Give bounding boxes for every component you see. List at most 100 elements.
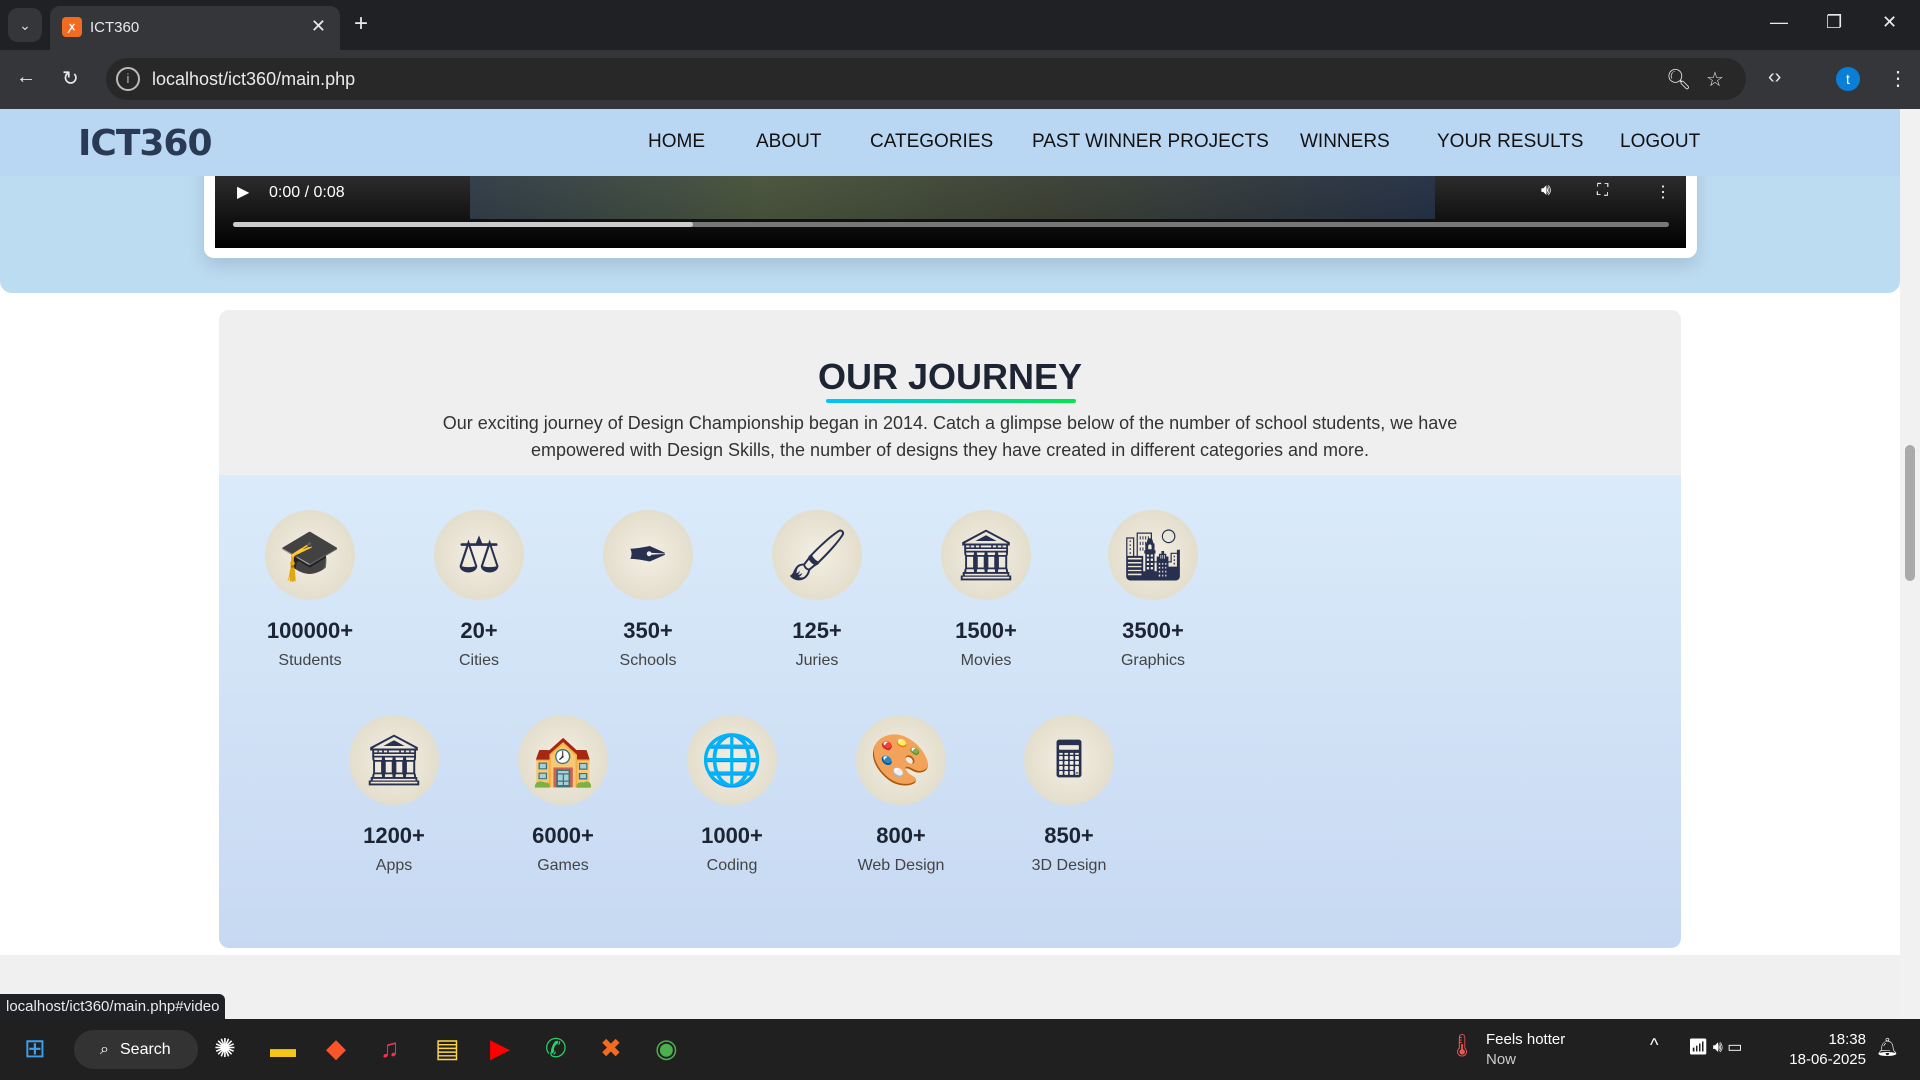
windows-start-icon[interactable]: ⊞ (24, 1033, 46, 1064)
scrollbar-thumb[interactable] (1905, 445, 1915, 581)
menu-kebab-icon[interactable]: ⋮ (1888, 66, 1908, 91)
play-icon[interactable]: ▶ (237, 182, 249, 202)
stat-label: Games (537, 857, 589, 874)
tab-search-button[interactable]: ⌄ (8, 8, 42, 42)
notes-icon[interactable]: ▤ (435, 1033, 460, 1064)
stat-label: Juries (795, 652, 839, 669)
music-icon[interactable]: ♫ (380, 1033, 400, 1064)
reload-button[interactable]: ↻ (62, 66, 79, 91)
xampp-icon: ꭗ (62, 17, 82, 37)
stat-games: 🏫 6000+ Games (483, 715, 643, 875)
restore-button[interactable]: ❐ (1826, 12, 1842, 33)
tab-title: ICT360 (90, 19, 140, 36)
nav-winners[interactable]: WINNERS (1300, 131, 1390, 153)
url-text[interactable]: localhost/ict360/main.php (152, 69, 355, 90)
stat-value: 6000+ (532, 823, 594, 848)
close-tab-icon[interactable]: ✕ (311, 16, 326, 37)
journey-title: OUR JOURNEY (817, 356, 1083, 397)
address-toolbar: ← ↻ i localhost/ict360/main.php 🔍︎ ☆ ‹› … (0, 50, 1920, 109)
nav-home[interactable]: HOME (648, 131, 705, 153)
stat-value: 850+ (1044, 823, 1094, 848)
paintbrush-icon: 🖌 (772, 510, 862, 600)
stat-movies: 🏛 1500+ Movies (906, 510, 1066, 670)
graduation-cap-icon: 🎓 (265, 510, 355, 600)
clock-time[interactable]: 18:38 (1788, 1031, 1866, 1048)
xampp-taskbar-icon[interactable]: ✖ (600, 1033, 622, 1064)
stat-label: 3D Design (1031, 857, 1107, 874)
building-icon: 🏛 (941, 510, 1031, 600)
stat-value: 350+ (623, 618, 673, 643)
stat-3d-design: 🖩 850+ 3D Design (989, 715, 1149, 875)
capitol-icon: 🏛 (349, 715, 439, 805)
stat-web-design: 🎨 800+ Web Design (821, 715, 981, 875)
journey-description: Our exciting journey of Design Champions… (442, 413, 1458, 460)
tab-strip: ⌄ ꭗ ICT360 ✕ + — ❐ ✕ (0, 0, 1920, 50)
stat-label: Graphics (1120, 652, 1186, 669)
weather-sub: Now (1486, 1051, 1517, 1068)
clock-date[interactable]: 18-06-2025 (1780, 1051, 1866, 1068)
globe-icon: 🌐 (687, 715, 777, 805)
video-options-icon[interactable]: ⋮ (1655, 182, 1671, 202)
nav-your-results[interactable]: YOUR RESULTS (1437, 131, 1583, 153)
wifi-volume-battery-icons[interactable]: 📶︎ 🔊︎ ▭ (1688, 1037, 1742, 1057)
web-page: ▶ 0:00 / 0:08 🔊︎ ⛶ ⋮ ICT360 HOME ABOUT CAT… (0, 109, 1900, 1019)
stat-juries: 🖌 125+ Juries (737, 510, 897, 670)
title-underline (826, 399, 1076, 403)
brave-icon[interactable]: ◆ (326, 1033, 346, 1064)
stat-label: Web Design (857, 857, 945, 874)
taskbar-search[interactable]: ⌕ Search (74, 1030, 198, 1069)
minimize-button[interactable]: — (1770, 12, 1788, 33)
stat-coding: 🌐 1000+ Coding (652, 715, 812, 875)
palette-icon: 🎨 (856, 715, 946, 805)
journey-header: OUR JOURNEY Our exciting journey of Desi… (219, 310, 1681, 475)
nav-about[interactable]: ABOUT (756, 131, 821, 153)
windows-taskbar: ⊞ ⌕ Search ✺ ▬ ◆ ♫ ▤ ▶ ✆ ✖ ◉ 🌡 Feels hott… (0, 1019, 1920, 1080)
stat-label: Movies (960, 652, 1012, 669)
nav-categories[interactable]: CATEGORIES (870, 131, 993, 153)
zoom-icon[interactable]: 🔍︎ (1666, 67, 1691, 92)
stat-label: Schools (619, 652, 677, 669)
stat-value: 125+ (792, 618, 842, 643)
stat-value: 1200+ (363, 823, 425, 848)
our-journey-section: OUR JOURNEY Our exciting journey of Desi… (219, 310, 1681, 948)
nav-logout[interactable]: LOGOUT (1620, 131, 1700, 153)
notification-icon[interactable]: 🔔︎ (1876, 1037, 1899, 1058)
scales-icon: ⚖ (434, 510, 524, 600)
new-tab-button[interactable]: + (354, 10, 368, 38)
chrome-icon[interactable]: ◉ (655, 1033, 678, 1064)
stat-value: 1500+ (955, 618, 1017, 643)
ict360-logo[interactable]: ICT360 (78, 123, 213, 164)
address-bar[interactable]: i localhost/ict360/main.php 🔍︎ ☆ (106, 58, 1746, 100)
stat-graphics: 🏙 3500+ Graphics (1073, 510, 1233, 670)
stat-value: 1000+ (701, 823, 763, 848)
page-scrollbar[interactable] (1900, 109, 1920, 1019)
stat-value: 3500+ (1122, 618, 1184, 643)
back-button[interactable]: ← (16, 66, 36, 89)
close-window-button[interactable]: ✕ (1882, 12, 1897, 33)
thermometer-icon: 🌡 (1448, 1033, 1476, 1058)
volume-icon[interactable]: 🔊︎ (1541, 182, 1551, 200)
search-label: Search (120, 1041, 171, 1058)
tray-chevron-icon[interactable]: ^ (1650, 1035, 1658, 1056)
page-footer-area (0, 955, 1900, 1019)
link-status-bubble: localhost/ict360/main.php#video (0, 994, 226, 1019)
pen-tools-icon: ✒ (603, 510, 693, 600)
profile-avatar[interactable]: t (1836, 67, 1860, 91)
whatsapp-icon[interactable]: ✆ (545, 1033, 567, 1064)
stat-value: 20+ (460, 618, 498, 643)
stat-label: Students (278, 652, 342, 669)
tab-ict360[interactable]: ꭗ ICT360 ✕ (50, 6, 340, 50)
youtube-icon[interactable]: ▶ (490, 1033, 510, 1064)
fullscreen-icon[interactable]: ⛶ (1597, 182, 1608, 200)
stat-label: Apps (375, 857, 413, 874)
video-progress-bar[interactable] (233, 222, 1669, 227)
devtools-icon[interactable]: ‹› (1768, 66, 1781, 89)
site-info-icon[interactable]: i (116, 67, 140, 91)
chatgpt-icon[interactable]: ✺ (214, 1033, 236, 1064)
bookmark-star-icon[interactable]: ☆ (1706, 67, 1724, 92)
file-explorer-icon[interactable]: ▬ (270, 1033, 296, 1064)
stat-students: 🎓 100000+ Students (230, 510, 390, 670)
weather-title[interactable]: Feels hotter (1486, 1031, 1565, 1048)
nav-past-winner-projects[interactable]: PAST WINNER PROJECTS (1032, 131, 1269, 153)
site-navbar: ICT360 HOME ABOUT CATEGORIES PAST WINNER PR… (0, 109, 1900, 176)
